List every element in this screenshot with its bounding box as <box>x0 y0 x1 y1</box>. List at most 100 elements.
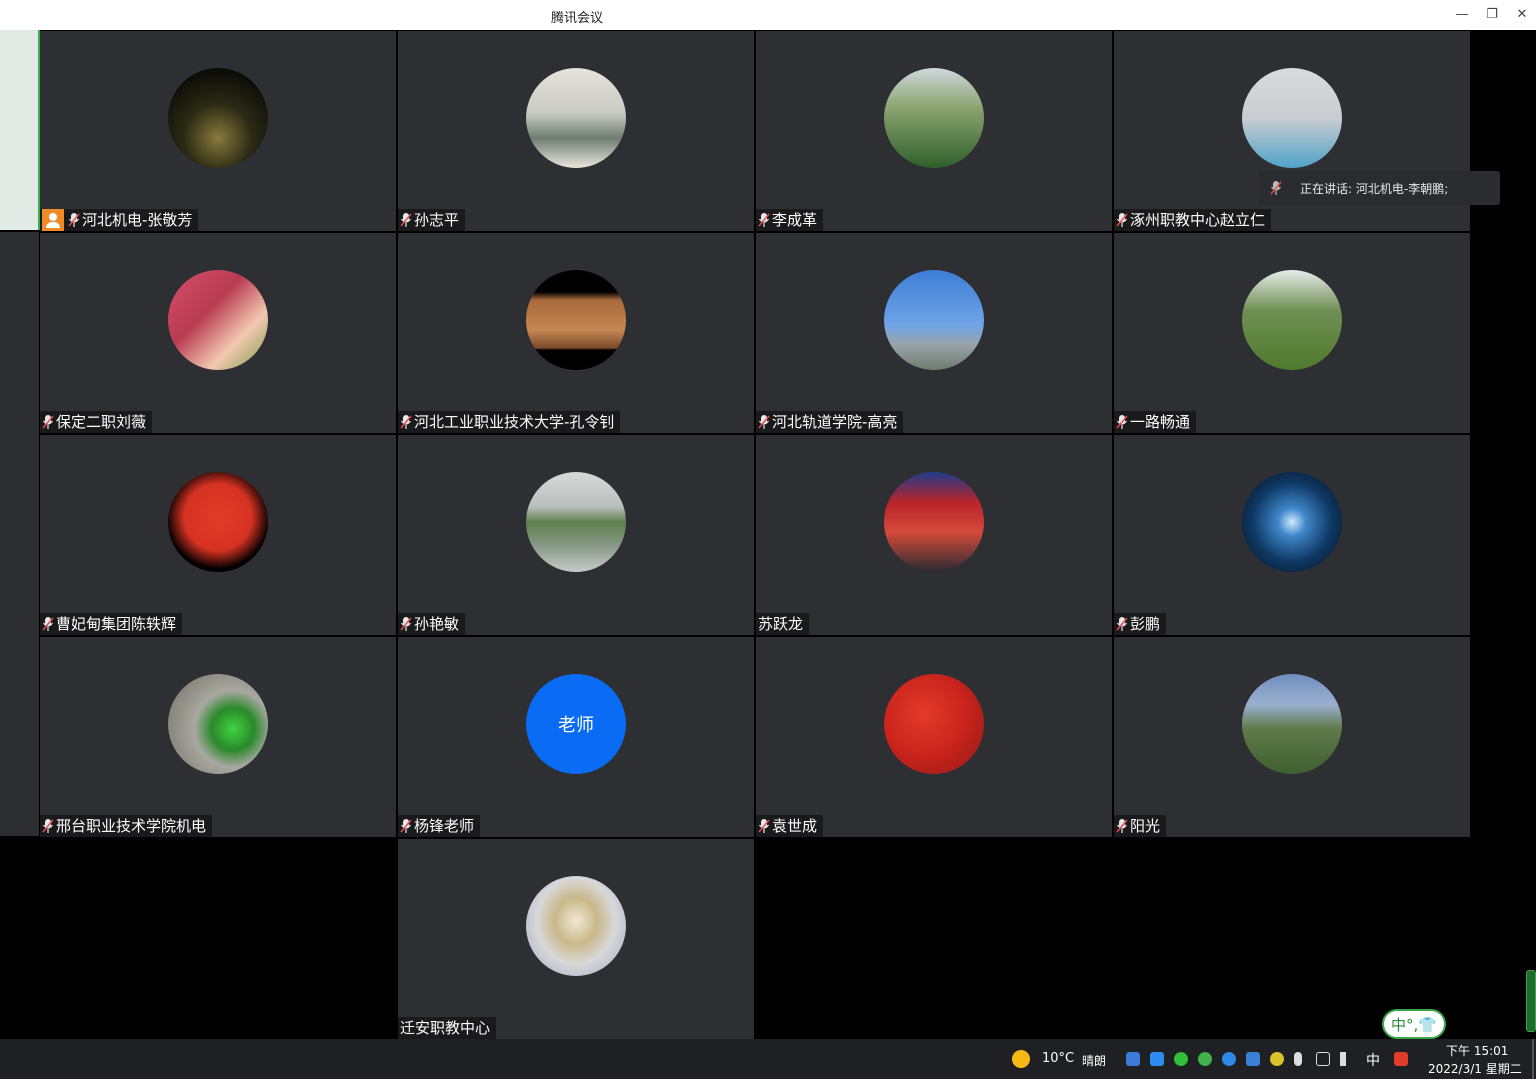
participant-avatar: 老师 <box>526 674 626 774</box>
speaking-indicator: 正在讲话: 河北机电-李朝鹏; <box>1258 171 1500 205</box>
participant-tile[interactable]: 李成革 <box>756 31 1112 231</box>
participant-tile[interactable]: 迁安职教中心 <box>398 839 754 1039</box>
participant-name-tag: 杨锋老师 <box>398 815 481 837</box>
mic-muted-icon <box>400 415 412 429</box>
participant-avatar <box>168 674 268 774</box>
participant-name: 河北轨道学院-高亮 <box>772 413 898 431</box>
volume-indicator[interactable] <box>1526 970 1536 1032</box>
participant-tile[interactable]: 彭鹏 <box>1114 435 1470 635</box>
participant-tile[interactable]: 苏跃龙 <box>756 435 1112 635</box>
participant-name: 李成革 <box>772 211 818 229</box>
mic-muted-icon <box>42 617 54 631</box>
avatar-text: 老师 <box>558 715 594 736</box>
participant-name-tag: 阳光 <box>1114 815 1167 837</box>
participant-name-tag: 保定二职刘薇 <box>40 411 153 433</box>
participant-tile[interactable]: 一路畅通 <box>1114 233 1470 433</box>
participant-name: 河北机电-张敬芳 <box>82 211 193 229</box>
participant-name-tag: 孙艳敏 <box>398 613 466 635</box>
speaking-text: 正在讲话: 河北机电-李朝鹏; <box>1300 181 1449 196</box>
mic-muted-icon <box>400 819 412 833</box>
mic-muted-icon <box>758 819 770 833</box>
temperature[interactable]: 10°C <box>1042 1051 1074 1066</box>
participant-name: 曹妃甸集团陈轶辉 <box>56 615 177 633</box>
participant-avatar <box>1242 270 1342 370</box>
weather-condition[interactable]: 晴朗 <box>1082 1052 1106 1069</box>
participant-avatar <box>526 876 626 976</box>
left-gutter <box>0 232 39 836</box>
participant-name: 彭鹏 <box>1130 615 1161 633</box>
title-bar: 腾讯会议 — ❐ ✕ <box>0 0 1536 30</box>
show-desktop-button[interactable] <box>1532 1039 1534 1079</box>
participant-name-tag: 河北轨道学院-高亮 <box>756 411 904 433</box>
mic-muted-icon <box>1116 415 1128 429</box>
sogou-icon[interactable] <box>1394 1052 1408 1066</box>
participant-tile[interactable]: 保定二职刘薇 <box>40 233 396 433</box>
mic-muted-icon <box>400 617 412 631</box>
participant-name-tag: 河北工业职业技术大学-孔令钊 <box>398 411 621 433</box>
participant-tile[interactable]: 阳光 <box>1114 637 1470 837</box>
tray-app-icon[interactable] <box>1126 1052 1140 1066</box>
participant-avatar <box>1242 674 1342 774</box>
participant-tile[interactable]: 孙艳敏 <box>398 435 754 635</box>
mic-muted-icon <box>400 213 412 227</box>
participant-name-tag: 河北机电-张敬芳 <box>40 209 199 231</box>
participant-name-tag: 曹妃甸集团陈轶辉 <box>40 613 183 635</box>
wechat-icon[interactable] <box>1174 1052 1188 1066</box>
mic-muted-icon <box>1116 819 1128 833</box>
participant-avatar <box>526 68 626 168</box>
tray-app-icon[interactable] <box>1270 1052 1284 1066</box>
tray-app-icon[interactable] <box>1150 1052 1164 1066</box>
participant-tile[interactable]: 老师 杨锋老师 <box>398 637 754 837</box>
tray-app-icon[interactable] <box>1198 1052 1212 1066</box>
participant-avatar <box>1242 472 1342 572</box>
participant-tile[interactable]: 袁世成 <box>756 637 1112 837</box>
participant-name: 苏跃龙 <box>758 615 804 633</box>
network-icon[interactable] <box>1316 1052 1330 1066</box>
side-panel-strip[interactable] <box>0 30 40 230</box>
ime-status-pill[interactable]: 中°,👕 <box>1382 1009 1446 1039</box>
participant-tile[interactable]: 河北工业职业技术大学-孔令钊 <box>398 233 754 433</box>
participant-tile[interactable]: 曹妃甸集团陈轶辉 <box>40 435 396 635</box>
participant-avatar <box>168 68 268 168</box>
participant-name: 涿州职教中心赵立仁 <box>1130 211 1266 229</box>
speaker-icon[interactable] <box>1340 1052 1354 1066</box>
participant-name: 河北工业职业技术大学-孔令钊 <box>414 413 615 431</box>
close-button[interactable]: ✕ <box>1510 4 1534 26</box>
participant-name-tag: 邢台职业技术学院机电 <box>40 815 213 837</box>
window-title: 腾讯会议 <box>551 11 604 26</box>
participant-name: 孙志平 <box>414 211 460 229</box>
participant-tile[interactable]: 河北轨道学院-高亮 <box>756 233 1112 433</box>
clock-date[interactable]: 2022/3/1 星期二 <box>1428 1060 1522 1077</box>
participant-name: 杨锋老师 <box>414 817 475 835</box>
participant-name: 邢台职业技术学院机电 <box>56 817 207 835</box>
microphone-icon[interactable] <box>1294 1052 1302 1066</box>
participant-tile[interactable]: 河北机电-张敬芳 <box>40 31 396 231</box>
mic-muted-icon <box>68 213 80 227</box>
participant-avatar <box>884 472 984 572</box>
participant-avatar <box>526 472 626 572</box>
participant-tile[interactable]: 孙志平 <box>398 31 754 231</box>
participant-avatar <box>884 270 984 370</box>
participant-name-tag: 迁安职教中心 <box>398 1017 497 1039</box>
input-method[interactable]: 中 <box>1366 1050 1380 1070</box>
participant-name-tag: 涿州职教中心赵立仁 <box>1114 209 1272 231</box>
participant-name-tag: 苏跃龙 <box>756 613 810 635</box>
minimize-button[interactable]: — <box>1450 4 1474 26</box>
participant-name: 保定二职刘薇 <box>56 413 147 431</box>
participant-tile[interactable]: 邢台职业技术学院机电 <box>40 637 396 837</box>
sun-icon[interactable] <box>1012 1050 1030 1068</box>
participant-avatar <box>884 68 984 168</box>
participant-avatar <box>168 270 268 370</box>
participant-name: 一路畅通 <box>1130 413 1191 431</box>
participant-name-tag: 一路畅通 <box>1114 411 1197 433</box>
participant-name: 袁世成 <box>772 817 818 835</box>
clock-time[interactable]: 下午 15:01 <box>1446 1042 1508 1059</box>
ime-label: 中°,👕 <box>1391 1015 1437 1034</box>
cube-icon[interactable] <box>1246 1052 1260 1066</box>
browser-icon[interactable] <box>1222 1052 1236 1066</box>
restore-button[interactable]: ❐ <box>1480 4 1504 26</box>
mic-muted-icon <box>1270 181 1282 195</box>
mic-muted-icon <box>42 819 54 833</box>
mic-muted-icon <box>42 415 54 429</box>
participant-name: 阳光 <box>1130 817 1161 835</box>
